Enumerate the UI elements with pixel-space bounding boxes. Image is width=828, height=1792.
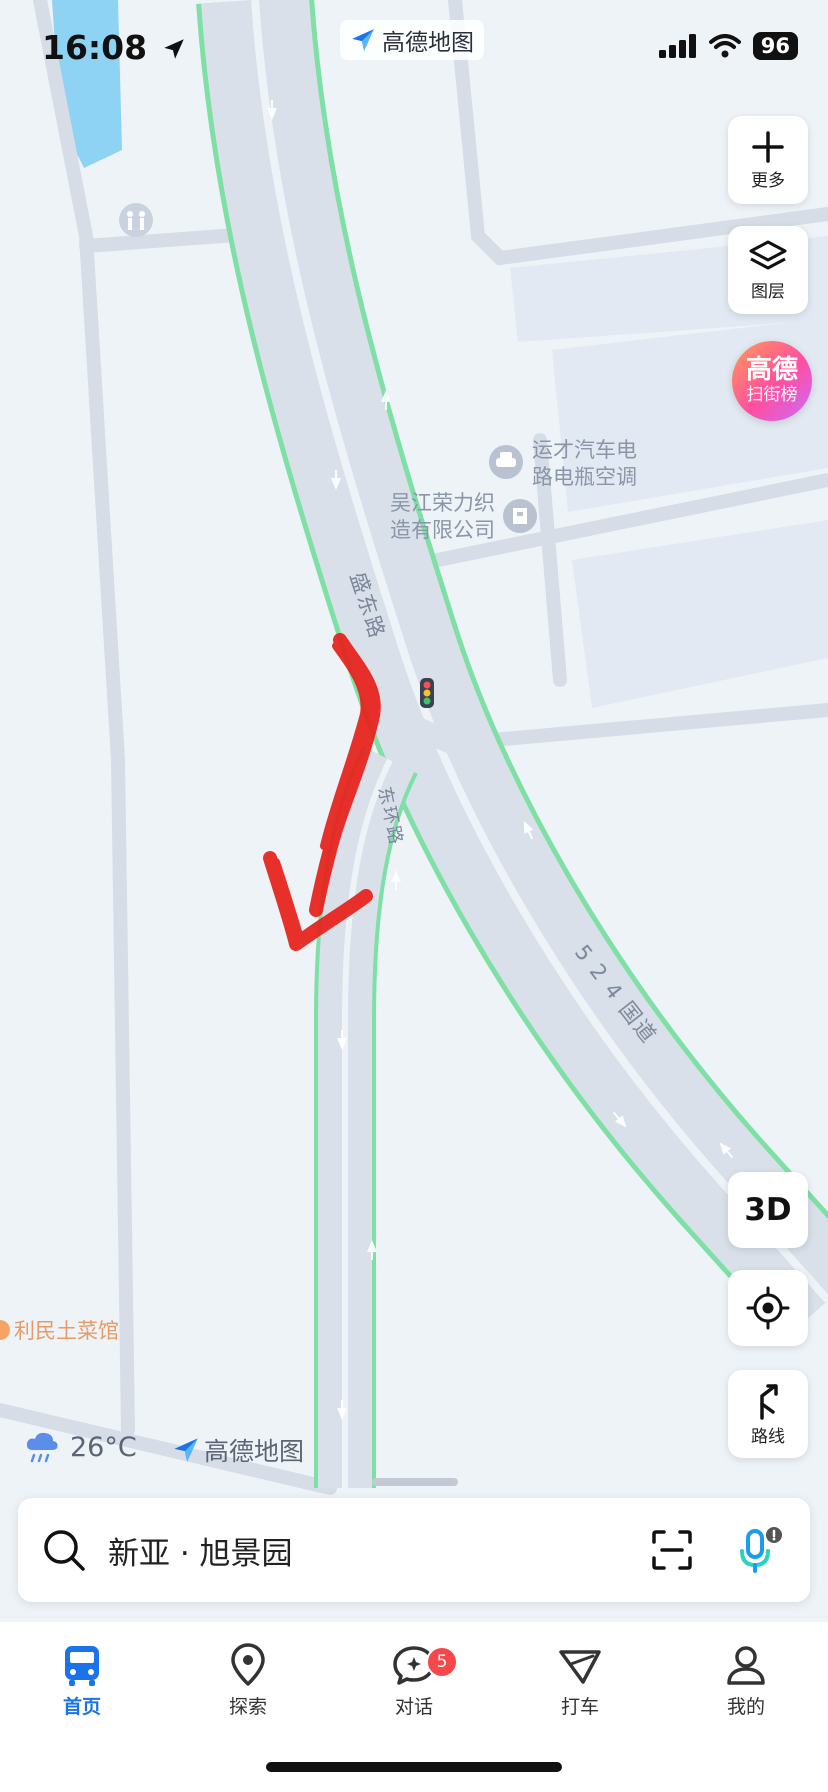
restroom-icon [119,203,153,237]
more-label: 更多 [751,170,785,191]
map-watermark: 高德地图 [172,1432,304,1468]
home-indicator[interactable] [266,1762,562,1772]
brand-chip-label: 高德地图 [382,30,474,56]
route-button[interactable]: 路线 [728,1370,808,1458]
plus-icon [752,130,784,163]
bottom-tab-bar: 首页 探索 5 对话 打车 我的 [0,1622,828,1792]
locate-button[interactable] [728,1270,808,1346]
3d-toggle-button[interactable]: 3D [728,1172,808,1248]
pin-icon [231,1643,265,1686]
rank-line2: 扫街榜 [746,385,798,405]
amap-logo-icon [174,1438,198,1462]
company-icon [503,499,537,533]
tab-explore[interactable]: 探索 [188,1642,308,1719]
wifi-icon [708,34,741,58]
battery-indicator: 96 [752,32,798,60]
tab-home[interactable]: 首页 [22,1642,142,1719]
tab-label: 打车 [560,1696,599,1718]
location-arrow-icon [163,39,184,59]
poi-label[interactable]: 利民土菜馆 [14,1318,119,1345]
tab-taxi[interactable]: 打车 [520,1642,640,1719]
search-bar[interactable]: 新亚 · 旭景园 [18,1498,810,1602]
tab-label: 首页 [62,1696,101,1718]
route-label: 路线 [751,1426,785,1447]
amap-logo-icon [352,29,374,51]
bus-icon [65,1646,99,1686]
status-time: 16:08 [42,28,187,67]
tab-profile[interactable]: 我的 [686,1642,806,1719]
temperature-text: 26°C [70,1431,137,1463]
profile-icon [727,1646,765,1685]
tab-label: 我的 [726,1696,765,1718]
layers-button[interactable]: 图层 [728,226,808,314]
route-icon [760,1383,778,1420]
tab-label: 对话 [394,1696,433,1718]
taxi-icon [559,1650,601,1684]
watermark-label: 高德地图 [204,1437,305,1466]
sheet-drag-handle[interactable] [372,1478,458,1486]
brand-chip[interactable]: 高德地图 [340,20,484,60]
crosshair-icon [746,1286,790,1330]
unread-badge: 5 [426,1646,458,1678]
3d-label: 3D [744,1192,792,1228]
car-repair-icon [489,445,523,479]
more-button[interactable]: 更多 [728,116,808,204]
street-rank-button[interactable]: 高德 扫街榜 [732,341,812,421]
poi-label[interactable]: 吴江荣力织造有限公司 [390,490,502,544]
search-icon [44,1530,85,1571]
layers-label: 图层 [751,281,785,302]
scan-icon[interactable] [650,1528,694,1572]
cellular-signal-icon [658,34,696,58]
layers-icon [749,240,787,269]
weather-widget[interactable]: 26°C [24,1430,137,1464]
rain-cloud-icon [26,1432,58,1463]
voice-assistant-icon[interactable] [734,1525,784,1575]
time-text: 16:08 [42,28,148,67]
status-indicators: 96 [658,32,798,60]
tab-label: 探索 [228,1696,267,1718]
tab-chat[interactable]: 5 对话 [354,1642,474,1719]
poi-label[interactable]: 运才汽车电路电瓶空调 [532,437,646,491]
rank-line1: 高德 [745,355,798,385]
traffic-light-icon [420,678,434,708]
search-input[interactable]: 新亚 · 旭景园 [108,1528,650,1573]
